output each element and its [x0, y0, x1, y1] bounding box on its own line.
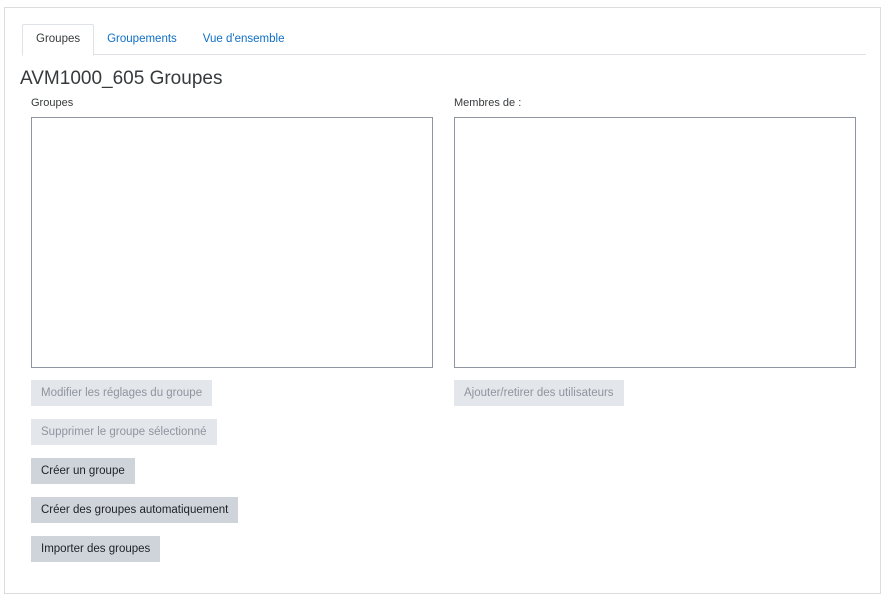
delete-selected-group-button[interactable]: Supprimer le groupe sélectionné	[31, 419, 217, 445]
add-remove-users-button[interactable]: Ajouter/retirer des utilisateurs	[454, 380, 624, 406]
tab-vue-ensemble[interactable]: Vue d'ensemble	[190, 24, 298, 55]
create-group-button[interactable]: Créer un groupe	[31, 458, 135, 484]
auto-create-groups-button[interactable]: Créer des groupes automatiquement	[31, 497, 239, 523]
import-groups-button[interactable]: Importer des groupes	[31, 536, 161, 562]
groups-label: Groupes	[31, 97, 74, 109]
groups-card: Groupes Groupements Vue d'ensemble AVM10…	[4, 7, 881, 594]
tab-groupes[interactable]: Groupes	[22, 24, 95, 56]
edit-group-settings-button[interactable]: Modifier les réglages du groupe	[31, 380, 213, 406]
tab-bar: Groupes Groupements Vue d'ensemble	[22, 24, 866, 56]
members-listbox[interactable]	[454, 117, 856, 368]
page-title: AVM1000_605 Groupes	[20, 68, 223, 89]
groups-listbox[interactable]	[31, 117, 433, 368]
members-label: Membres de :	[454, 97, 522, 109]
tab-groupements[interactable]: Groupements	[94, 24, 190, 55]
